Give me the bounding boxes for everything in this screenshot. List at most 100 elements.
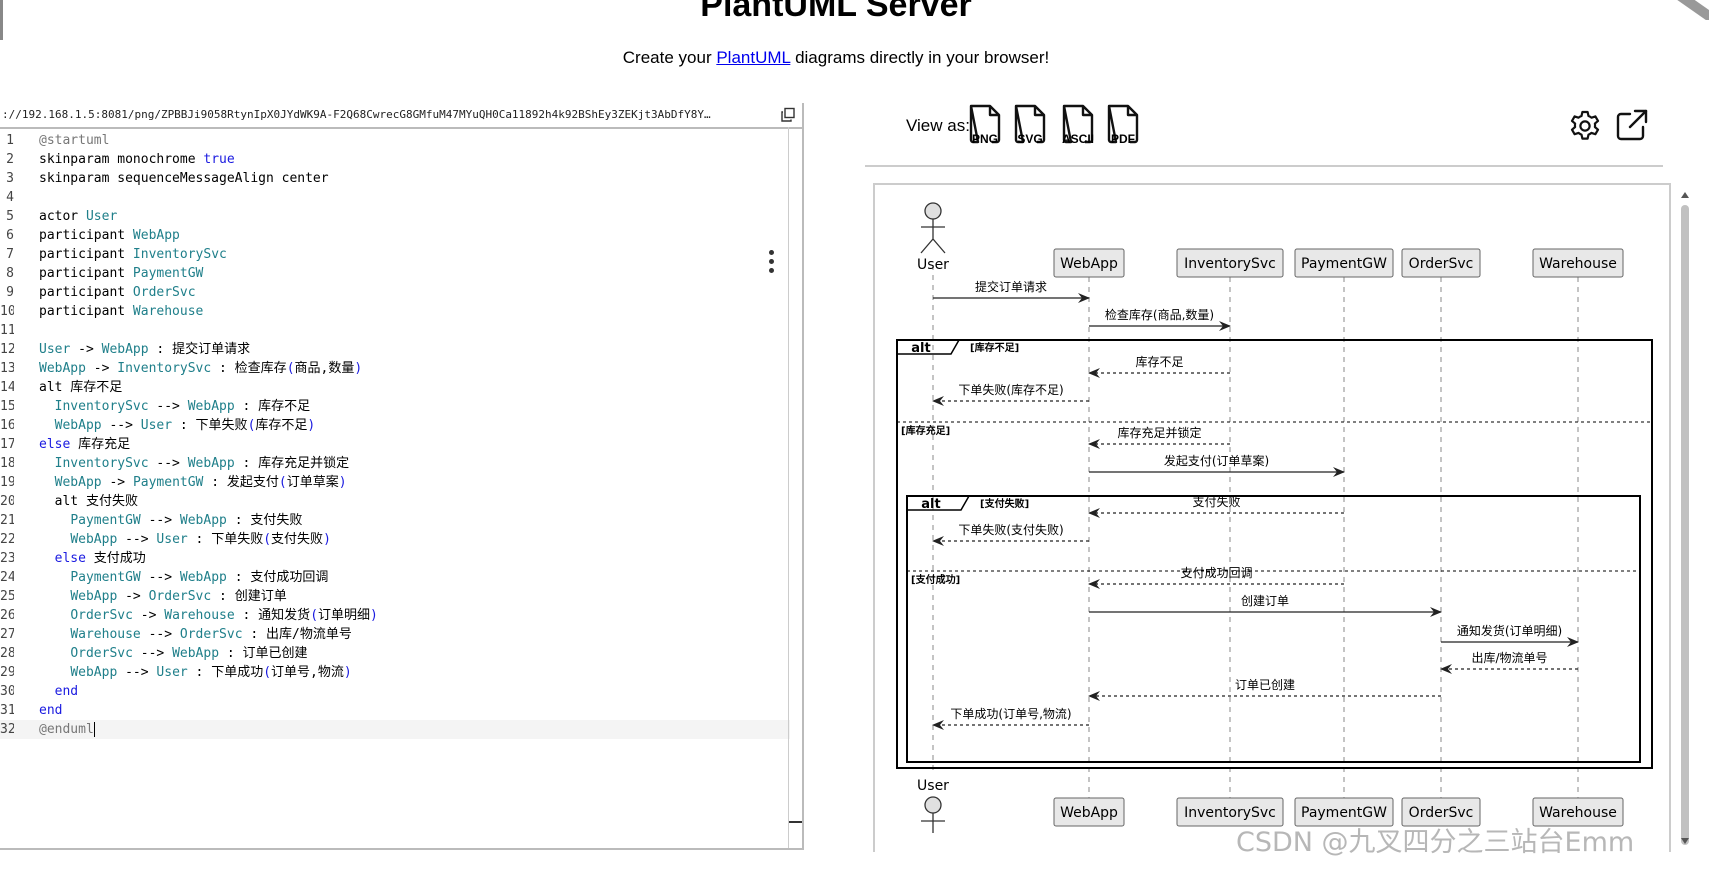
line-number: 14 [0, 380, 14, 395]
settings-gear-icon[interactable] [1568, 109, 1602, 143]
diagram-scroll-thumb[interactable] [1681, 205, 1689, 845]
message-label: 检查库存(商品,数量) [1105, 307, 1214, 322]
editor-scrollbar[interactable] [789, 821, 802, 823]
line-text: actor User [39, 207, 117, 226]
code-line[interactable]: 24 PaymentGW --> WebApp : 支付成功回调 [0, 568, 790, 587]
line-number: 21 [0, 513, 14, 528]
code-line[interactable]: 7 participant InventorySvc [0, 245, 790, 264]
text-caret [93, 722, 95, 737]
line-text: @startuml [39, 131, 109, 150]
participant-label: WebApp [1060, 256, 1118, 272]
code-line[interactable]: 4 [0, 188, 790, 207]
code-line[interactable]: 27 Warehouse --> OrderSvc : 出库/物流单号 [0, 625, 790, 644]
participant-label: InventorySvc [1184, 805, 1276, 821]
line-text: alt 支付失败 [39, 492, 138, 511]
code-line[interactable]: 9 participant OrderSvc [0, 283, 790, 302]
diagram-url[interactable]: ://192.168.1.5:8081/png/ZPBBJi9058RtynIp… [2, 108, 764, 124]
code-token: WebApp [179, 570, 227, 585]
code-line[interactable]: 31 end [0, 701, 790, 720]
diagram-scrollbar[interactable] [1677, 183, 1691, 853]
code-line[interactable]: 25 WebApp -> OrderSvc : 创建订单 [0, 587, 790, 606]
code-token: true [203, 152, 235, 167]
code-line[interactable]: 29 WebApp --> User : 下单成功(订单号,物流) [0, 663, 790, 682]
url-bar[interactable]: ://192.168.1.5:8081/png/ZPBBJi9058RtynIp… [0, 103, 802, 129]
code-line[interactable]: 22 WebApp --> User : 下单失败(支付失败) [0, 530, 790, 549]
code-line[interactable]: 13 WebApp -> InventorySvc : 检查库存(商品,数量) [0, 359, 790, 378]
export-pdf-button[interactable]: PDF [1103, 104, 1143, 148]
export-ascii-button[interactable]: ASCII [1058, 104, 1098, 148]
code-token: OrderSvc [70, 608, 133, 623]
participant-label: PaymentGW [1301, 256, 1387, 272]
code-line[interactable]: 3 skinparam sequenceMessageAlign center [0, 169, 790, 188]
code-line[interactable]: 17 else 库存充足 [0, 435, 790, 454]
code-line[interactable]: 8 participant PaymentGW [0, 264, 790, 283]
code-line[interactable]: 21 PaymentGW --> WebApp : 支付失败 [0, 511, 790, 530]
code-token: : 通知发货 [234, 608, 311, 623]
code-line[interactable]: 30 end [0, 682, 790, 701]
code-token: -> [117, 589, 149, 604]
code-line[interactable]: 1 @startuml [0, 131, 790, 150]
message-label: 下单失败(库存不足) [958, 382, 1063, 397]
code-token: 支付成功 [85, 551, 146, 566]
export-svg-button[interactable]: SVG [1010, 104, 1050, 148]
fork-ribbon[interactable] [1665, 0, 1709, 20]
code-line[interactable]: 16 WebApp --> User : 下单失败(库存不足) [0, 416, 790, 435]
code-token: WebApp [172, 646, 220, 661]
editor-menu-icon[interactable] [766, 250, 776, 276]
code-token: : 下单失败 [172, 418, 248, 433]
export-png-button[interactable]: PNG [965, 104, 1005, 148]
code-token: PaymentGW [132, 475, 204, 490]
code-editor[interactable]: ://192.168.1.5:8081/png/ZPBBJi9058RtynIp… [0, 103, 804, 850]
participant-label: InventorySvc [1184, 256, 1276, 272]
code-line[interactable]: 10 participant Warehouse [0, 302, 790, 321]
message-label: 订单已创建 [1235, 678, 1295, 692]
code-token: 订单草案 [286, 475, 339, 490]
code-line[interactable]: 19 WebApp -> PaymentGW : 发起支付(订单草案) [0, 473, 790, 492]
code-token: PaymentGW [70, 570, 141, 585]
diagram-preview[interactable]: alt [库存不足] [库存充足] alt [支付失败] [支付成功] 提交订单请求 检查库存… [873, 183, 1671, 852]
actor-label: User [917, 778, 949, 794]
code-line[interactable]: 23 else 支付成功 [0, 549, 790, 568]
sequence-diagram: alt [库存不足] [库存充足] alt [支付失败] [支付成功] 提交订单请求检查库存… [896, 202, 1653, 833]
line-number: 30 [0, 684, 14, 699]
line-text: end [39, 701, 62, 720]
line-text: participant InventorySvc [39, 245, 227, 264]
code-token: 订单明细 [318, 608, 371, 623]
code-line[interactable]: 26 OrderSvc -> Warehouse : 通知发货(订单明细) [0, 606, 790, 625]
code-line[interactable]: 15 InventorySvc --> WebApp : 库存不足 [0, 397, 790, 416]
code-token: -> [85, 361, 118, 376]
message-label: 支付成功回调 [1180, 566, 1252, 580]
code-token: PaymentGW [132, 266, 204, 281]
code-line[interactable]: 6 participant WebApp [0, 226, 790, 245]
code-line[interactable]: 18 InventorySvc --> WebApp : 库存充足并锁定 [0, 454, 790, 473]
actor-body [920, 219, 946, 254]
line-text: WebApp --> User : 下单失败(库存不足) [39, 416, 316, 435]
code-line[interactable]: 28 OrderSvc --> WebApp : 订单已创建 [0, 644, 790, 663]
scroll-up-icon[interactable] [1678, 187, 1692, 203]
scroll-down-icon[interactable] [1678, 833, 1692, 849]
code-token: OrderSvc [148, 589, 212, 604]
code-token: skinparam sequenceMessageAlign center [39, 171, 329, 186]
editor-scroll-guide [788, 127, 789, 848]
code-line[interactable]: 14 alt 库存不足 [0, 378, 790, 397]
line-text: @enduml [39, 720, 95, 739]
line-number: 7 [6, 247, 14, 262]
code-line[interactable]: 11 [0, 321, 790, 340]
line-text: InventorySvc --> WebApp : 库存不足 [39, 397, 311, 416]
code-token: : 下单失败 [187, 532, 264, 547]
code-line[interactable]: 32 @enduml [0, 720, 790, 739]
open-external-icon[interactable] [1615, 108, 1649, 142]
code-line[interactable]: 20 alt 支付失败 [0, 492, 790, 511]
code-token: WebApp [54, 475, 102, 490]
code-token: ( [263, 532, 272, 547]
code-token: participant [39, 285, 133, 300]
copy-icon[interactable] [780, 107, 796, 123]
line-number: 10 [0, 304, 14, 319]
plantuml-link[interactable]: PlantUML [716, 48, 790, 67]
code-token: participant [39, 266, 133, 281]
code-lines[interactable]: 1 @startuml 2 skinparam monochrome true 3 ski… [0, 131, 790, 739]
code-line[interactable]: 5 actor User [0, 207, 790, 226]
code-line[interactable]: 12 User -> WebApp : 提交订单请求 [0, 340, 790, 359]
code-token: end [54, 684, 79, 699]
code-line[interactable]: 2 skinparam monochrome true [0, 150, 790, 169]
